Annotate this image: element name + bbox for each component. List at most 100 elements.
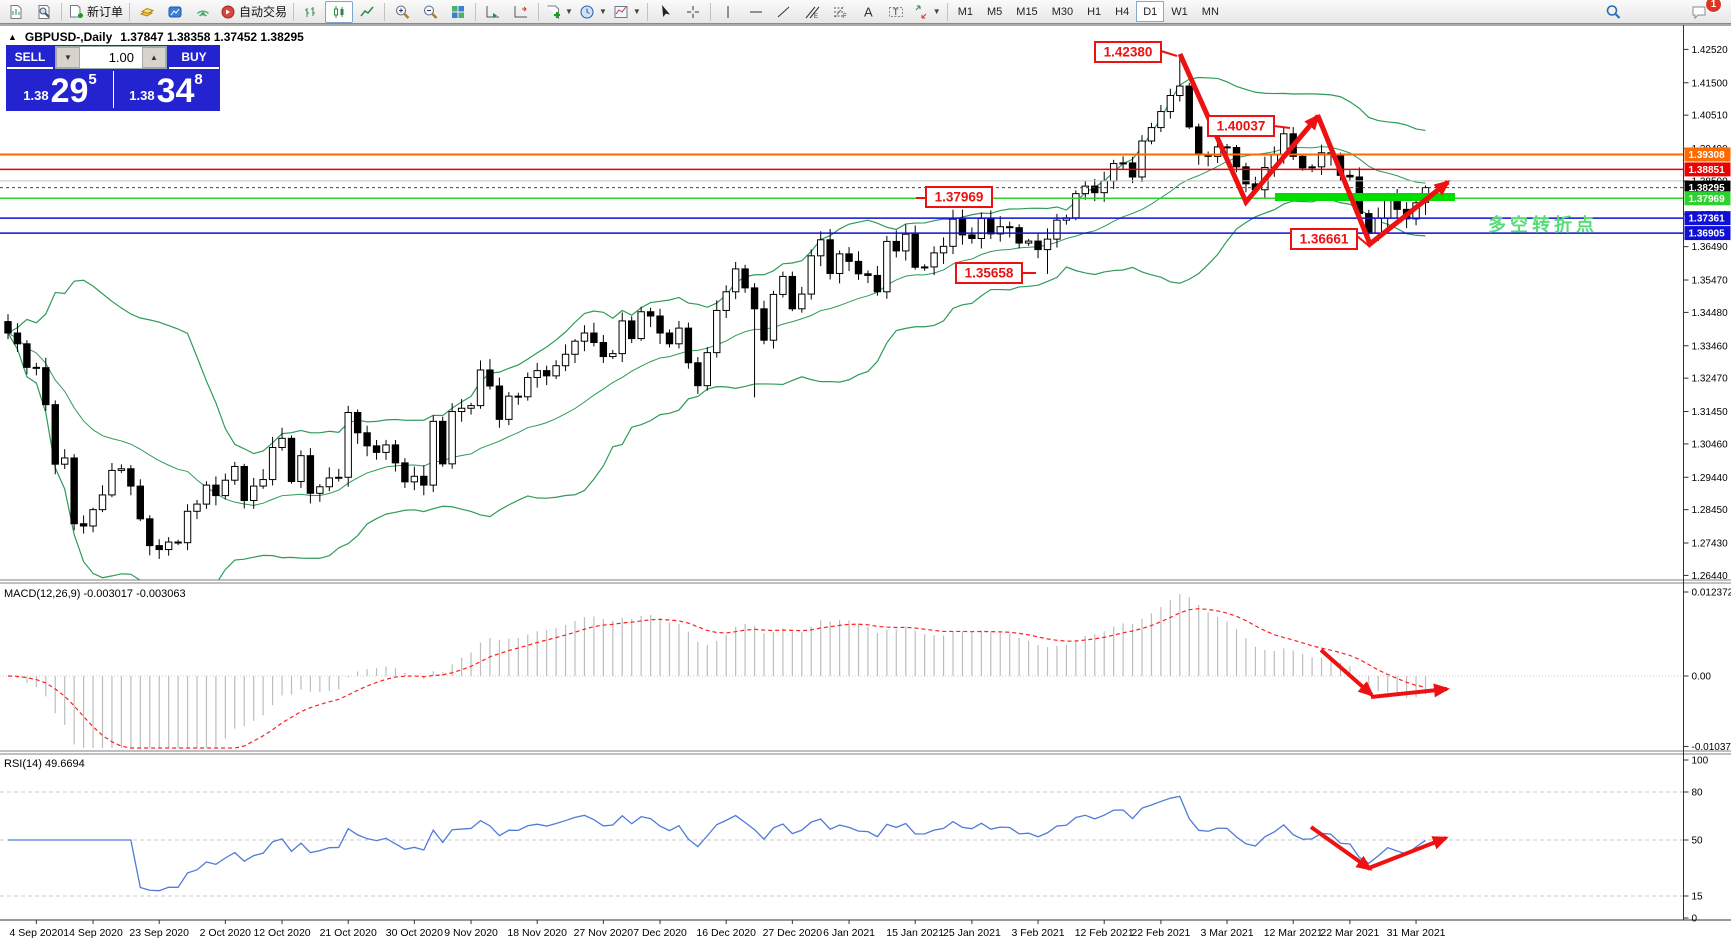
svg-text:1.38851: 1.38851	[1689, 165, 1726, 176]
sell-price[interactable]: 1.38 29 5	[7, 69, 113, 110]
svg-text:1.31450: 1.31450	[1692, 407, 1729, 418]
analyst-annotations: 1.42380 1.40037 1.37969 1.35658 1.36661 多空转折点	[916, 41, 1594, 871]
svg-text:100: 100	[1692, 756, 1709, 767]
trend-arrow	[1368, 836, 1449, 870]
timeframe-h4-button[interactable]: H4	[1108, 1, 1136, 22]
chart-shift-icon	[513, 4, 529, 20]
svg-text:80: 80	[1692, 788, 1704, 799]
zoom-in-button[interactable]	[388, 1, 416, 23]
ohlc-values: 1.37847 1.38358 1.37452 1.38295	[120, 30, 304, 44]
fibonacci-button[interactable]: F	[826, 1, 854, 23]
periods-button[interactable]: ▼	[576, 1, 610, 23]
bar-chart-button[interactable]	[297, 1, 325, 23]
arrows-button[interactable]: ▼	[910, 1, 944, 23]
tile-windows-button[interactable]	[444, 1, 472, 23]
svg-text:4 Sep 2020: 4 Sep 2020	[9, 927, 63, 939]
vertical-line-button[interactable]	[714, 1, 742, 23]
chevron-down-icon: ▼	[598, 7, 607, 16]
timeframe-d1-button[interactable]: D1	[1136, 1, 1165, 22]
svg-text:6 Jan 2021: 6 Jan 2021	[823, 927, 875, 939]
buy-price[interactable]: 1.38 34 8	[113, 69, 219, 110]
volume-increase-button[interactable]: ▲	[142, 47, 166, 68]
volume-decrease-button[interactable]: ▼	[56, 47, 80, 68]
cursor-button[interactable]	[651, 1, 679, 23]
svg-text:22 Mar 2021: 22 Mar 2021	[1320, 927, 1379, 939]
new-chart-button[interactable]	[2, 1, 30, 23]
sell-button[interactable]: SELL	[7, 46, 53, 69]
timeframe-h1-button[interactable]: H1	[1080, 1, 1108, 22]
horizontal-line-button[interactable]	[742, 1, 770, 23]
zoom-out-button[interactable]	[416, 1, 444, 23]
line-chart-button[interactable]	[353, 1, 381, 23]
new-order-button[interactable]: 新订单	[65, 1, 126, 23]
new-chart-icon	[8, 4, 24, 20]
toolbar-separator	[538, 2, 540, 21]
trendline-icon	[776, 4, 792, 20]
auto-scroll-button[interactable]	[479, 1, 507, 23]
svg-text:1.34480: 1.34480	[1692, 308, 1729, 319]
svg-text:-0.010374: -0.010374	[1692, 742, 1731, 753]
signals-button[interactable]	[189, 1, 217, 23]
svg-text:1.32470: 1.32470	[1692, 374, 1729, 385]
chart-shift-button[interactable]	[507, 1, 535, 23]
svg-text:1.39308: 1.39308	[1689, 150, 1726, 161]
volume-control: ▼ 1.00 ▲	[55, 46, 167, 69]
toolbar-separator	[384, 2, 386, 21]
chart-title: ▲ GBPUSD-,Daily 1.37847 1.38358 1.37452 …	[8, 30, 304, 44]
toolbar: 新订单 自动交易 ▼ ▼ ▼ E F A T ▼ M1 M5 M15 M30 H1 H4 D1 W1 MN 1	[0, 0, 1731, 24]
arrows-icon	[913, 4, 929, 20]
timeframe-m5-button[interactable]: M5	[980, 1, 1009, 22]
auto-trading-button[interactable]: 自动交易	[217, 1, 290, 23]
svg-text:21 Oct 2020: 21 Oct 2020	[320, 927, 377, 939]
macd-indicator	[0, 594, 1683, 749]
indicators-button[interactable]: ▼	[542, 1, 576, 23]
data-window-button[interactable]	[30, 1, 58, 23]
timeframe-m15-button[interactable]: M15	[1009, 1, 1044, 22]
community-button[interactable]	[161, 1, 189, 23]
svg-text:A: A	[864, 4, 873, 19]
collapse-arrow-icon[interactable]: ▲	[8, 32, 17, 42]
community-icon	[167, 4, 183, 20]
deposit-button[interactable]	[133, 1, 161, 23]
svg-text:1.37361: 1.37361	[1689, 214, 1726, 225]
svg-text:1.37969: 1.37969	[935, 190, 984, 205]
one-click-trading-panel: SELL ▼ 1.00 ▲ BUY 1.38 29 5 1.38 34 8	[7, 46, 219, 110]
svg-text:RSI(14) 49.6694: RSI(14) 49.6694	[4, 758, 85, 770]
timeframe-m1-button[interactable]: M1	[951, 1, 980, 22]
zoom-out-icon	[422, 4, 438, 20]
deposit-icon	[139, 4, 155, 20]
new-order-icon	[68, 4, 84, 20]
horizontal-line-icon	[748, 4, 764, 20]
date-axis: 4 Sep 2020 14 Sep 2020 23 Sep 2020 2 Oct 20…	[9, 920, 1446, 939]
candlestick-chart-button[interactable]	[325, 0, 354, 23]
text-button[interactable]: A	[854, 1, 882, 23]
svg-text:18 Nov 2020: 18 Nov 2020	[507, 927, 567, 939]
channel-button[interactable]: E	[798, 1, 826, 23]
buy-price-big: 34	[156, 72, 195, 110]
label-button[interactable]: T	[882, 1, 910, 23]
candlestick-chart-icon	[331, 4, 347, 20]
crosshair-button[interactable]	[679, 1, 707, 23]
trend-arrow	[1319, 648, 1375, 697]
timeframe-w1-button[interactable]: W1	[1164, 1, 1195, 22]
svg-text:MACD(12,26,9) -0.003017 -0.003: MACD(12,26,9) -0.003017 -0.003063	[4, 588, 186, 600]
toolbar-separator	[709, 2, 711, 21]
trendline-button[interactable]	[770, 1, 798, 23]
search-button[interactable]	[1599, 1, 1627, 23]
trend-arrow	[1309, 825, 1373, 871]
svg-text:1.33460: 1.33460	[1692, 341, 1729, 352]
volume-input[interactable]: 1.00	[80, 47, 142, 68]
signals-icon	[195, 4, 211, 20]
timeframe-mn-button[interactable]: MN	[1195, 1, 1226, 22]
chart-area: 1.425201.415001.405101.394901.385001.374…	[0, 24, 1731, 946]
templates-button[interactable]: ▼	[610, 1, 644, 23]
chat-button[interactable]: 1	[1685, 0, 1722, 23]
channel-icon: E	[804, 4, 820, 20]
buy-button[interactable]: BUY	[169, 46, 219, 69]
chart-canvas[interactable]: 1.425201.415001.405101.394901.385001.374…	[0, 24, 1731, 946]
svg-text:2 Oct 2020: 2 Oct 2020	[200, 927, 252, 939]
svg-text:1.35470: 1.35470	[1692, 276, 1729, 287]
svg-text:9 Nov 2020: 9 Nov 2020	[444, 927, 498, 939]
timeframe-m30-button[interactable]: M30	[1045, 1, 1080, 22]
text-icon: A	[860, 4, 876, 20]
